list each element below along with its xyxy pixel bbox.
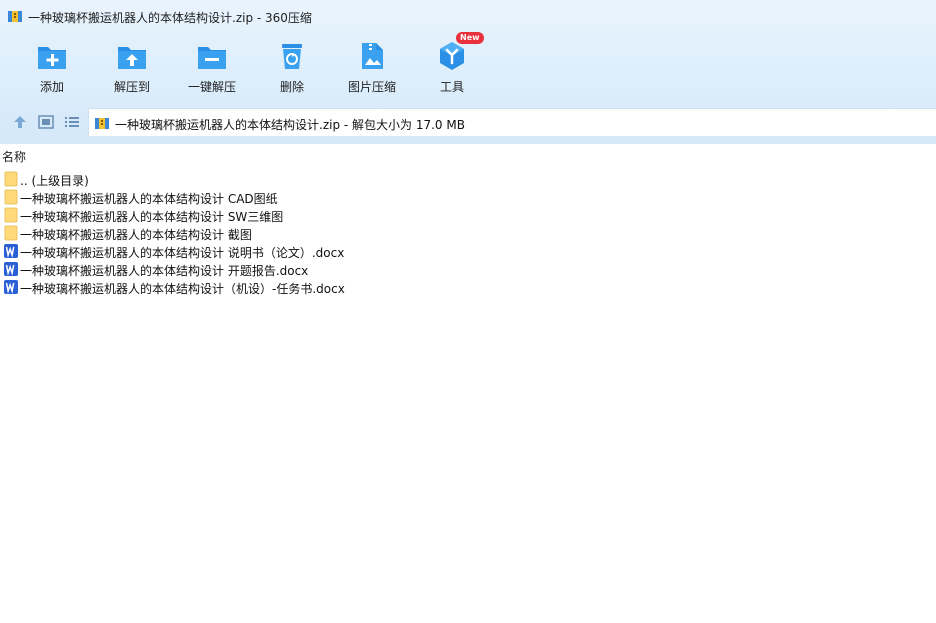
list-item[interactable]: 一种玻璃杯搬运机器人的本体结构设计 开题报告.docx [2, 260, 602, 278]
word-document-icon [4, 244, 18, 258]
file-name: 一种玻璃杯搬运机器人的本体结构设计 截图 [20, 228, 252, 242]
list-item[interactable]: 一种玻璃杯搬运机器人的本体结构设计 说明书（论文）.docx [2, 242, 602, 260]
image-compress-button[interactable]: 图片压缩 [332, 36, 412, 98]
one-click-extract-button[interactable]: 一键解压 [172, 36, 252, 98]
list-item[interactable]: 一种玻璃杯搬运机器人的本体结构设计（机设）-任务书.docx [2, 278, 602, 296]
archive-app-icon [8, 11, 22, 22]
path-text: 一种玻璃杯搬运机器人的本体结构设计.zip - 解包大小为 17.0 MB [115, 118, 465, 132]
top-panel: 一种玻璃杯搬运机器人的本体结构设计.zip - 360压缩 添加 解压到 一键解… [0, 0, 936, 144]
word-document-icon [4, 262, 18, 276]
folder-icon [4, 207, 18, 223]
add-icon [38, 47, 66, 69]
column-header-label: 名称 [2, 150, 27, 164]
file-name: 一种玻璃杯搬运机器人的本体结构设计 开题报告.docx [20, 264, 309, 278]
list-item[interactable]: 一种玻璃杯搬运机器人的本体结构设计 CAD图纸 [2, 188, 602, 206]
add-label: 添加 [39, 80, 64, 94]
tools-icon [440, 42, 464, 70]
one-click-extract-icon [198, 47, 226, 69]
delete-label: 删除 [279, 80, 304, 94]
folder-icon [4, 189, 18, 205]
one-click-extract-label: 一键解压 [187, 80, 236, 94]
up-arrow-icon[interactable] [12, 114, 28, 130]
file-name: 一种玻璃杯搬运机器人的本体结构设计 CAD图纸 [20, 192, 278, 206]
thumbnail-view-icon[interactable] [38, 114, 54, 130]
delete-button[interactable]: 删除 [252, 36, 332, 98]
image-compress-label: 图片压缩 [347, 80, 396, 94]
image-compress-icon [362, 43, 383, 69]
tools-label: 工具 [439, 80, 464, 94]
add-button[interactable]: 添加 [12, 36, 92, 98]
file-name: 一种玻璃杯搬运机器人的本体结构设计（机设）-任务书.docx [20, 282, 345, 296]
tools-button[interactable]: New 工具 [412, 32, 492, 98]
file-name: 一种玻璃杯搬运机器人的本体结构设计 SW三维图 [20, 210, 284, 224]
extract-to-icon [118, 47, 146, 69]
delete-icon [282, 44, 302, 69]
list-view-icon[interactable] [64, 114, 80, 130]
list-item[interactable]: 一种玻璃杯搬运机器人的本体结构设计 SW三维图 [2, 206, 602, 224]
path-bar[interactable]: 一种玻璃杯搬运机器人的本体结构设计.zip - 解包大小为 17.0 MB [88, 108, 936, 136]
file-name: .. (上级目录) [20, 174, 89, 188]
archive-file-icon [95, 118, 109, 129]
list-item[interactable]: .. (上级目录) [2, 170, 602, 188]
list-item[interactable]: 一种玻璃杯搬运机器人的本体结构设计 截图 [2, 224, 602, 242]
file-name: 一种玻璃杯搬运机器人的本体结构设计 说明书（论文）.docx [20, 246, 345, 260]
new-badge: New [456, 32, 484, 44]
extract-to-button[interactable]: 解压到 [92, 36, 172, 98]
window-title: 一种玻璃杯搬运机器人的本体结构设计.zip - 360压缩 [28, 11, 312, 25]
title-bar: 一种玻璃杯搬运机器人的本体结构设计.zip - 360压缩 [0, 0, 936, 32]
word-document-icon [4, 280, 18, 294]
extract-to-label: 解压到 [113, 80, 150, 94]
file-list: 名称 .. (上级目录) 一种玻璃杯搬运机器人的本体结构设计 CAD图纸 一种玻… [0, 144, 936, 623]
folder-icon [4, 225, 18, 241]
navigation-bar: 一种玻璃杯搬运机器人的本体结构设计.zip - 解包大小为 17.0 MB [0, 106, 936, 138]
folder-icon [4, 171, 18, 187]
